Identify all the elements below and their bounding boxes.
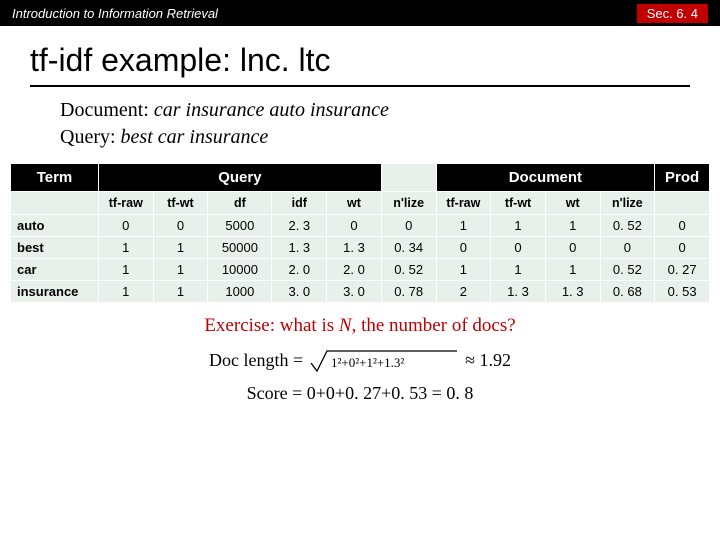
col-header <box>11 192 99 215</box>
cell: 0. 27 <box>655 259 710 281</box>
table-row: auto 0 0 5000 2. 3 0 0 1 1 1 0. 52 0 <box>11 215 710 237</box>
col-header: df <box>208 192 272 215</box>
col-header: tf-raw <box>98 192 153 215</box>
cell: 0 <box>153 215 208 237</box>
cell: 0 <box>491 237 546 259</box>
document-text: car insurance auto insurance <box>154 99 389 121</box>
col-header: n'lize <box>600 192 655 215</box>
cell: 50000 <box>208 237 272 259</box>
cell: 2. 0 <box>272 259 327 281</box>
doclength-label: Doc length = <box>209 350 303 371</box>
exercise-suffix: , the number of docs? <box>352 315 516 336</box>
col-group-document: Document <box>436 164 655 192</box>
document-label: Document: <box>60 99 149 121</box>
col-group-prod: Prod <box>655 164 710 192</box>
cell: 1 <box>153 259 208 281</box>
header-bar: Introduction to Information Retrieval Se… <box>0 0 720 26</box>
col-header: idf <box>272 192 327 215</box>
cell: 0 <box>655 215 710 237</box>
cell: 0. 34 <box>381 237 436 259</box>
cell: 2 <box>436 281 491 303</box>
table-row: tf-raw tf-wt df idf wt n'lize tf-raw tf-… <box>11 192 710 215</box>
exercise-variable: N <box>339 315 352 336</box>
cell-term: best <box>11 237 99 259</box>
cell-term: car <box>11 259 99 281</box>
cell: 1. 3 <box>327 237 382 259</box>
exercise-prefix: Exercise: what is <box>204 315 339 336</box>
cell: 1 <box>491 215 546 237</box>
cell: 0 <box>327 215 382 237</box>
cell: 1 <box>98 237 153 259</box>
cell: 1 <box>436 215 491 237</box>
tfidf-table: Term Query Document Prod tf-raw tf-wt df… <box>10 163 710 303</box>
table-row: insurance 1 1 1000 3. 0 3. 0 0. 78 2 1. … <box>11 281 710 303</box>
cell: 0 <box>600 237 655 259</box>
cell: 0 <box>545 237 600 259</box>
cell: 0. 52 <box>600 215 655 237</box>
cell-term: insurance <box>11 281 99 303</box>
cell: 2. 3 <box>272 215 327 237</box>
col-header: tf-raw <box>436 192 491 215</box>
doclength-approx: ≈ 1.92 <box>465 350 511 371</box>
col-header: tf-wt <box>153 192 208 215</box>
cell: 0. 52 <box>381 259 436 281</box>
cell: 0. 68 <box>600 281 655 303</box>
col-header: wt <box>327 192 382 215</box>
col-header: n'lize <box>381 192 436 215</box>
cell: 1 <box>545 259 600 281</box>
col-header <box>655 192 710 215</box>
cell: 0. 52 <box>600 259 655 281</box>
col-group-query: Query <box>98 164 381 192</box>
col-group-spacer <box>381 164 436 192</box>
cell: 0 <box>436 237 491 259</box>
col-header: wt <box>545 192 600 215</box>
cell: 5000 <box>208 215 272 237</box>
cell: 0. 78 <box>381 281 436 303</box>
cell: 1 <box>436 259 491 281</box>
query-text: best car insurance <box>121 126 269 148</box>
cell: 2. 0 <box>327 259 382 281</box>
table-body: auto 0 0 5000 2. 3 0 0 1 1 1 0. 52 0 bes… <box>11 215 710 303</box>
cell: 0 <box>655 237 710 259</box>
cell: 1 <box>153 237 208 259</box>
table-row: car 1 1 10000 2. 0 2. 0 0. 52 1 1 1 0. 5… <box>11 259 710 281</box>
cell: 1 <box>98 281 153 303</box>
col-group-term: Term <box>11 164 99 192</box>
cell: 1000 <box>208 281 272 303</box>
score-line: Score = 0+0+0. 27+0. 53 = 0. 8 <box>0 383 720 404</box>
doclength-line: Doc length = 1²+0²+1²+1.3² ≈ 1.92 <box>0 347 720 373</box>
cell: 1. 3 <box>545 281 600 303</box>
cell: 1 <box>153 281 208 303</box>
cell: 1 <box>545 215 600 237</box>
cell: 3. 0 <box>327 281 382 303</box>
cell: 0 <box>381 215 436 237</box>
col-header: tf-wt <box>491 192 546 215</box>
cell: 1. 3 <box>272 237 327 259</box>
cell: 0 <box>98 215 153 237</box>
table-row: Term Query Document Prod <box>11 164 710 192</box>
cell: 0. 53 <box>655 281 710 303</box>
cell: 1 <box>98 259 153 281</box>
sqrt-icon: 1²+0²+1²+1.3² <box>309 347 459 373</box>
slide-title: tf-idf example: lnc. ltc <box>30 42 720 79</box>
cell: 1 <box>491 259 546 281</box>
cell: 1. 3 <box>491 281 546 303</box>
section-number: Sec. 6. 4 <box>637 4 708 23</box>
course-title: Introduction to Information Retrieval <box>12 6 218 21</box>
example-text: Document: car insurance auto insurance Q… <box>0 87 720 159</box>
exercise-line: Exercise: what is N, the number of docs? <box>0 315 720 337</box>
svg-text:1²+0²+1²+1.3²: 1²+0²+1²+1.3² <box>331 355 404 370</box>
query-label: Query: <box>60 126 116 148</box>
cell-term: auto <box>11 215 99 237</box>
table-row: best 1 1 50000 1. 3 1. 3 0. 34 0 0 0 0 0 <box>11 237 710 259</box>
cell: 10000 <box>208 259 272 281</box>
title-block: tf-idf example: lnc. ltc <box>0 26 720 79</box>
cell: 3. 0 <box>272 281 327 303</box>
